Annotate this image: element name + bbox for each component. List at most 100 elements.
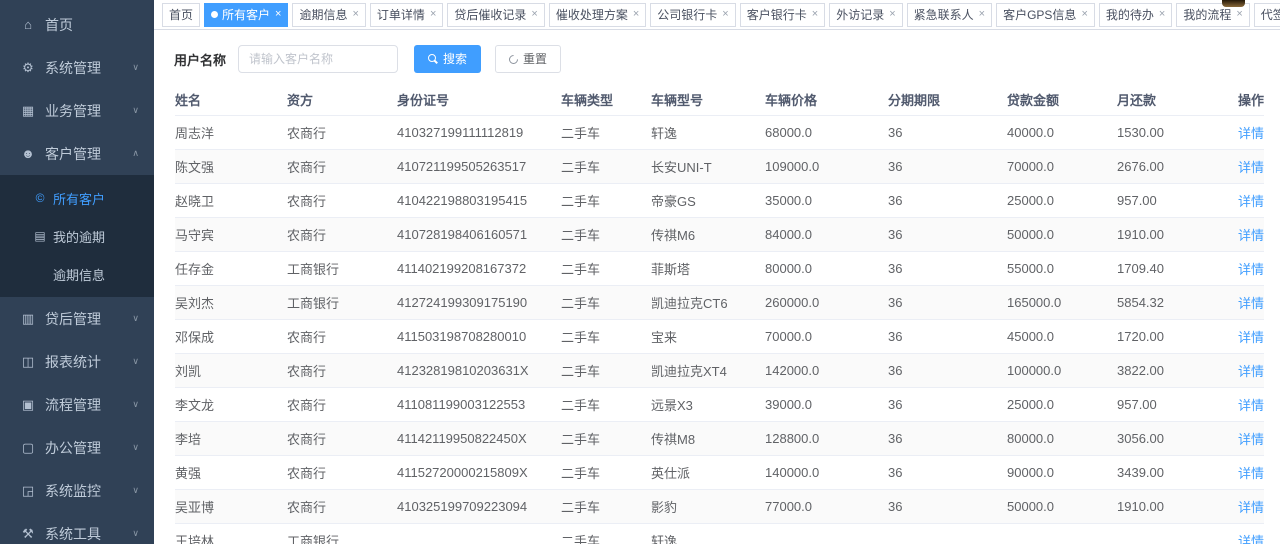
- close-icon[interactable]: ×: [633, 9, 639, 20]
- sidebar-item[interactable]: ◫ 报表统计 ∨: [0, 340, 154, 383]
- cell-vehicle-model: 轩逸: [651, 523, 765, 544]
- sidebar-subitem[interactable]: © 所有客户: [0, 179, 154, 217]
- detail-link[interactable]: 详情: [1238, 398, 1264, 413]
- cell-term: 36: [888, 489, 1007, 523]
- tab[interactable]: 客户GPS信息 ×: [996, 3, 1095, 27]
- sidebar-item[interactable]: ⚒ 系统工具 ∨: [0, 512, 154, 555]
- detail-link[interactable]: 详情: [1238, 126, 1264, 141]
- close-icon[interactable]: ×: [1236, 9, 1242, 20]
- detail-link[interactable]: 详情: [1238, 296, 1264, 311]
- sidebar-item-label: 报表统计: [45, 352, 101, 372]
- tabs-bar: 首页 所有客户 × 逾期信息 × 订单详情 ×: [154, 0, 1280, 30]
- tab[interactable]: 订单详情 ×: [370, 3, 443, 27]
- sidebar-item[interactable]: ☻ 客户管理 ∧: [0, 132, 154, 175]
- detail-link[interactable]: 详情: [1238, 534, 1264, 545]
- detail-link[interactable]: 详情: [1238, 194, 1264, 209]
- tab[interactable]: 外访记录 ×: [829, 3, 902, 27]
- detail-link[interactable]: 详情: [1238, 432, 1264, 447]
- cell-name: 李文龙: [175, 387, 287, 421]
- cell-loan-amount: 45000.0: [1007, 319, 1117, 353]
- cell-term: 36: [888, 251, 1007, 285]
- cell-vehicle-model: 影豹: [651, 489, 765, 523]
- cell-term: 36: [888, 455, 1007, 489]
- close-icon[interactable]: ×: [722, 9, 728, 20]
- tab-label: 贷后催收记录: [454, 9, 526, 21]
- cell-vehicle-price: 260000.0: [765, 285, 888, 319]
- cell-vehicle-price: [765, 523, 888, 544]
- sidebar-item[interactable]: ◲ 系统监控 ∨: [0, 469, 154, 512]
- cell-term: 36: [888, 285, 1007, 319]
- tab[interactable]: 公司银行卡 ×: [650, 3, 735, 27]
- cell-vehicle-model: 菲斯塔: [651, 251, 765, 285]
- tab-label: 所有客户: [222, 9, 270, 21]
- tab[interactable]: 贷后催收记录 ×: [447, 3, 544, 27]
- close-icon[interactable]: ×: [1159, 9, 1165, 20]
- sidebar: ⌂ 首页 ⚙ 系统管理 ∨ ▦ 业务管理 ∨ ☻ 客户管理 ∧: [0, 0, 154, 544]
- tab[interactable]: 代签任务 ×: [1254, 3, 1280, 27]
- cell-funder: 工商银行: [287, 251, 397, 285]
- close-icon[interactable]: ×: [812, 9, 818, 20]
- sidebar-item[interactable]: ▥ 贷后管理 ∨: [0, 297, 154, 340]
- cell-term: 36: [888, 149, 1007, 183]
- sidebar-item[interactable]: ▦ 业务管理 ∨: [0, 89, 154, 132]
- cell-vehicle-type: 二手车: [561, 387, 651, 421]
- chevron-icon: ∨: [132, 442, 139, 453]
- tab[interactable]: 我的待办 ×: [1099, 3, 1172, 27]
- search-button[interactable]: 搜索: [414, 45, 481, 73]
- sidebar-item-label: 业务管理: [45, 101, 101, 121]
- cell-name: 黄强: [175, 455, 287, 489]
- cell-monthly-payment: 957.00: [1117, 387, 1225, 421]
- detail-link[interactable]: 详情: [1238, 160, 1264, 175]
- cell-monthly-payment: [1117, 523, 1225, 544]
- tab[interactable]: 催收处理方案 ×: [549, 3, 646, 27]
- close-icon[interactable]: ×: [1081, 9, 1087, 20]
- cell-term: 36: [888, 115, 1007, 149]
- cell-term: 36: [888, 421, 1007, 455]
- sidebar-subitem[interactable]: ▤ 我的逾期: [0, 217, 154, 255]
- tab-label: 我的流程: [1183, 9, 1231, 21]
- cell-loan-amount: 50000.0: [1007, 489, 1117, 523]
- sidebar-subitem[interactable]: 逾期信息: [0, 255, 154, 293]
- cell-funder: 农商行: [287, 217, 397, 251]
- detail-link[interactable]: 详情: [1238, 330, 1264, 345]
- close-icon[interactable]: ×: [275, 9, 281, 20]
- reset-button[interactable]: 重置: [495, 45, 561, 73]
- cell-name: 陈文强: [175, 149, 287, 183]
- search-input[interactable]: [238, 45, 398, 73]
- sidebar-item[interactable]: ▣ 流程管理 ∨: [0, 383, 154, 426]
- close-icon[interactable]: ×: [979, 9, 985, 20]
- cell-funder: 农商行: [287, 319, 397, 353]
- cell-id-number: 41142119950822450X: [397, 421, 561, 455]
- cell-id-number: 411081199003122553: [397, 387, 561, 421]
- cell-term: 36: [888, 353, 1007, 387]
- detail-link[interactable]: 详情: [1238, 228, 1264, 243]
- close-icon[interactable]: ×: [352, 9, 358, 20]
- close-icon[interactable]: ×: [889, 9, 895, 20]
- sidebar-item[interactable]: ▢ 办公管理 ∨: [0, 426, 154, 469]
- tab[interactable]: 所有客户 ×: [204, 3, 288, 27]
- close-icon[interactable]: ×: [430, 9, 436, 20]
- sidebar-item[interactable]: ⚙ 系统管理 ∨: [0, 46, 154, 89]
- cell-vehicle-model: 传祺M6: [651, 217, 765, 251]
- tab[interactable]: 逾期信息 ×: [292, 3, 365, 27]
- close-icon[interactable]: ×: [531, 9, 537, 20]
- tab[interactable]: 客户银行卡 ×: [740, 3, 825, 27]
- cell-vehicle-price: 142000.0: [765, 353, 888, 387]
- sidebar-item[interactable]: ⌂ 首页: [0, 3, 154, 46]
- home-icon: ⌂: [20, 18, 36, 31]
- table-row: 王培林 工商银行 二手车 轩逸 详情: [175, 523, 1264, 544]
- detail-link[interactable]: 详情: [1238, 500, 1264, 515]
- tab[interactable]: 首页: [162, 3, 200, 27]
- cell-name: 李培: [175, 421, 287, 455]
- detail-link[interactable]: 详情: [1238, 466, 1264, 481]
- cell-term: [888, 523, 1007, 544]
- tab-label: 我的待办: [1106, 9, 1154, 21]
- detail-link[interactable]: 详情: [1238, 364, 1264, 379]
- cell-funder: 农商行: [287, 455, 397, 489]
- tab[interactable]: 紧急联系人 ×: [907, 3, 992, 27]
- cell-monthly-payment: 1530.00: [1117, 115, 1225, 149]
- detail-link[interactable]: 详情: [1238, 262, 1264, 277]
- customer-table: 姓名 资方 身份证号 车辆类型 车辆型号 车辆价格 分期期限: [154, 85, 1280, 544]
- cell-vehicle-price: 68000.0: [765, 115, 888, 149]
- tab-label: 公司银行卡: [657, 9, 717, 21]
